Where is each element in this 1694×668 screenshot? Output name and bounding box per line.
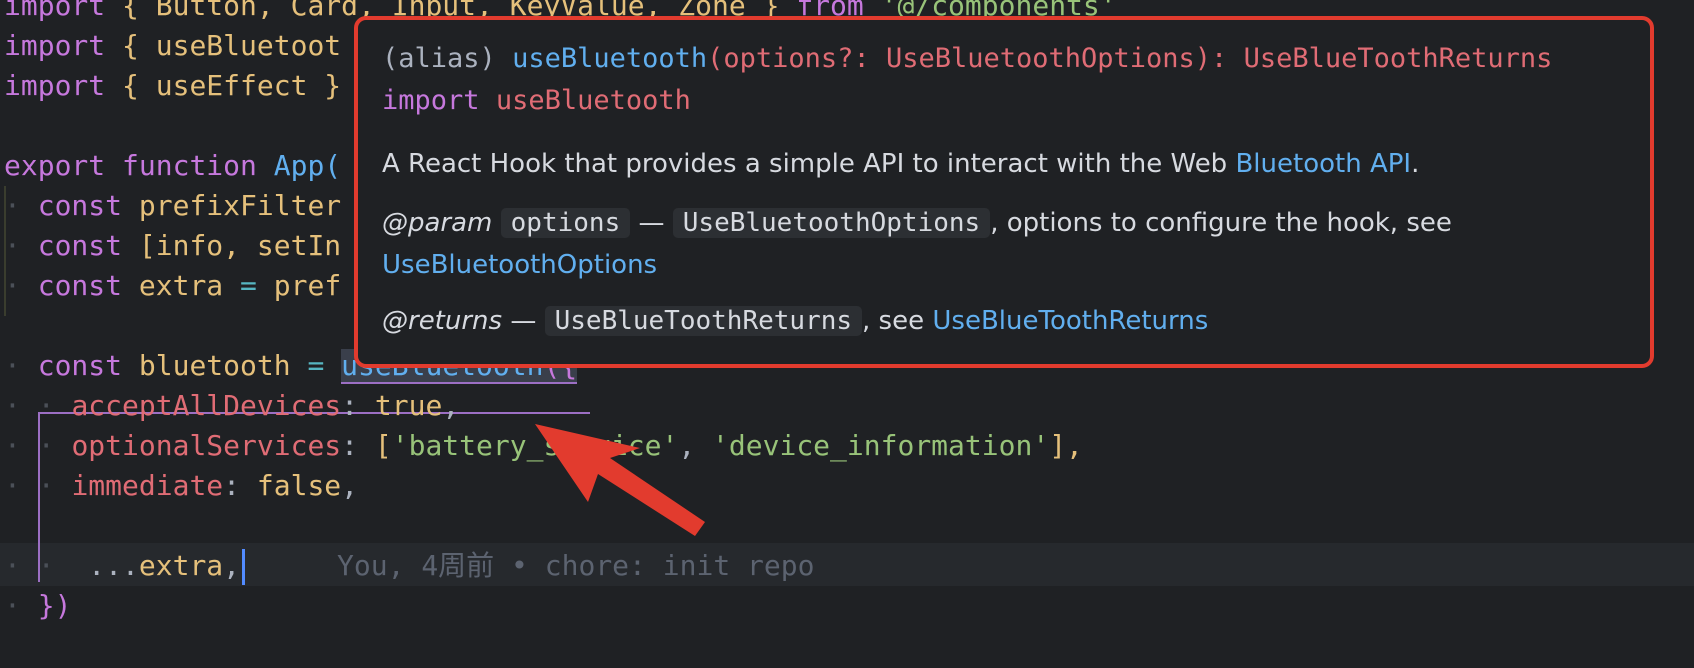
- code-editor[interactable]: import { Button, Card, Input, KeyValue, …: [0, 0, 1694, 668]
- annotation-arrow: [535, 424, 705, 536]
- arrow-shape: [535, 424, 705, 536]
